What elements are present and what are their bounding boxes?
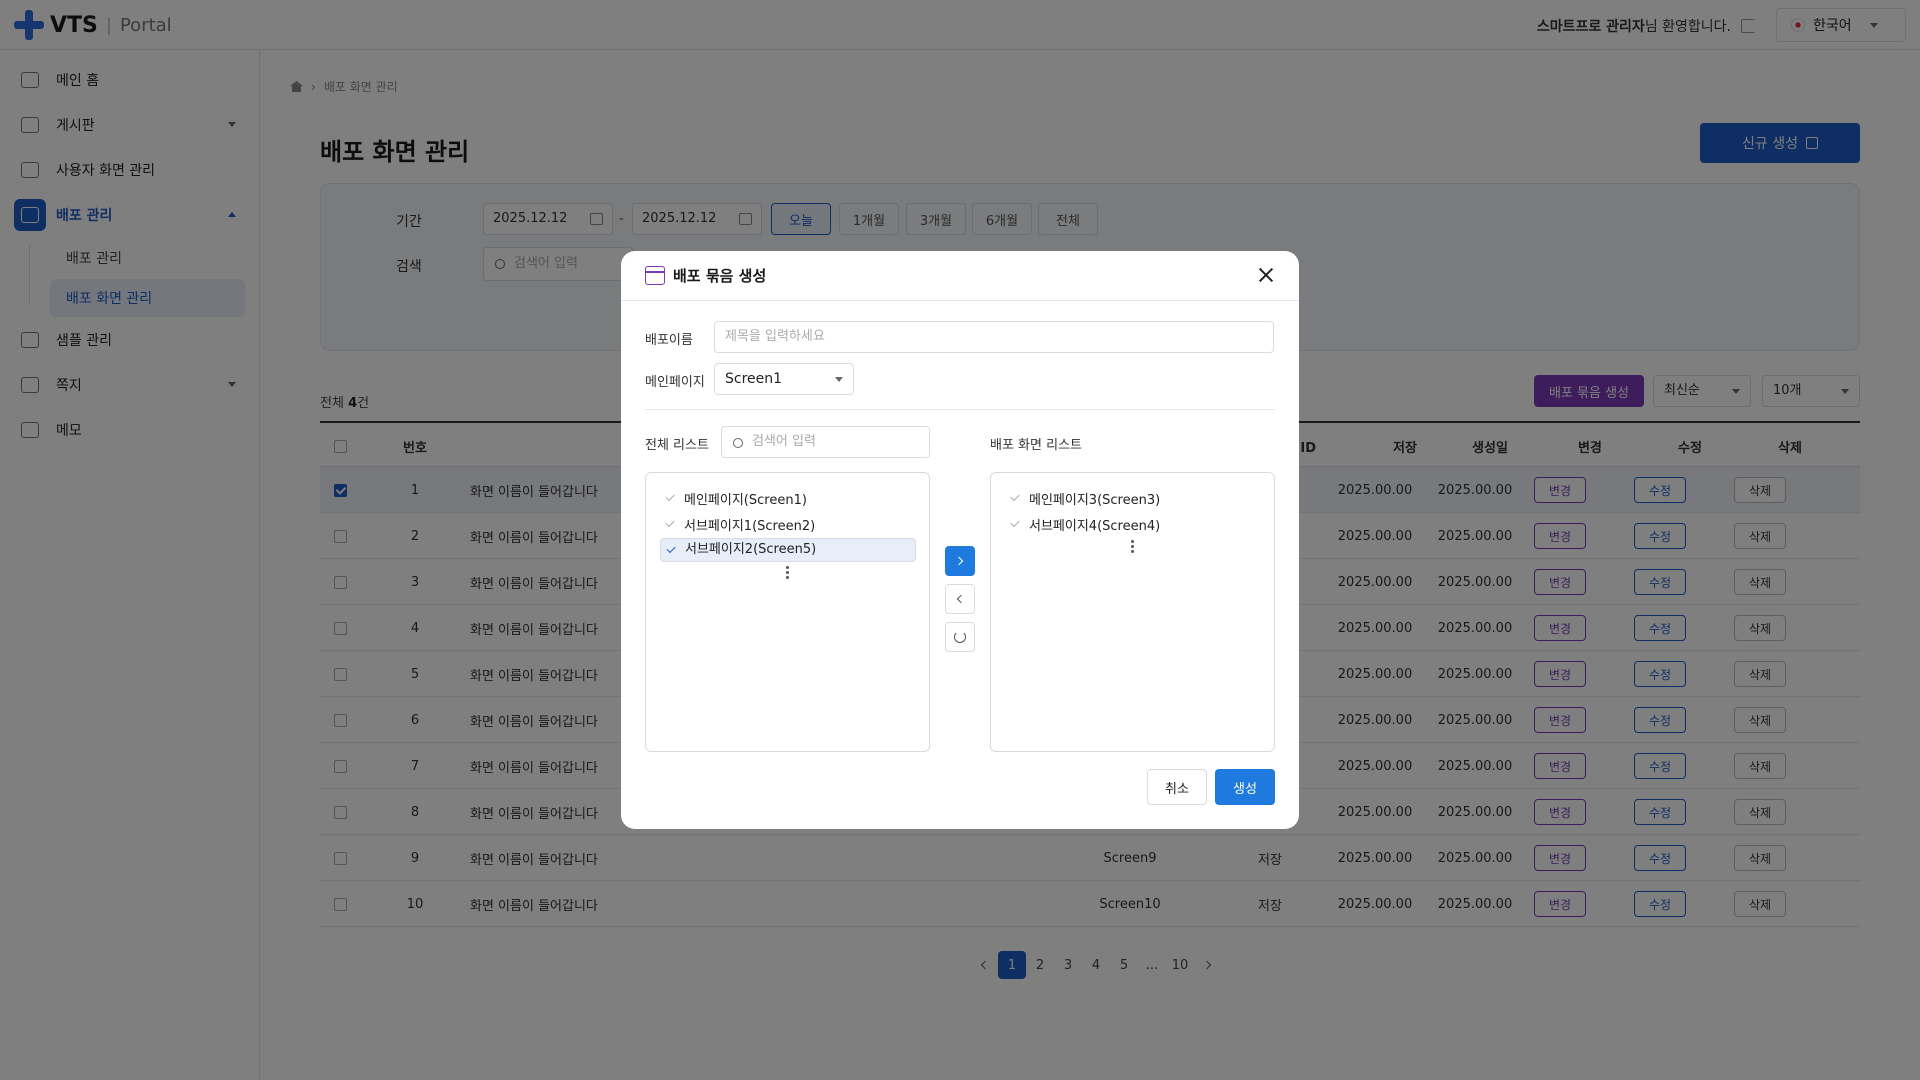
main-page-value: Screen1: [725, 371, 783, 387]
deploy-name-input[interactable]: 제목을 입력하세요: [714, 321, 1274, 353]
check-icon: [665, 491, 675, 502]
deploy-list-label: 배포 화면 리스트: [990, 438, 1082, 453]
list-item-label: 메인페이지(Screen1): [684, 492, 807, 508]
all-list-box: 메인페이지(Screen1) 서브페이지1(Screen2) 서브페이지2(Sc…: [645, 472, 930, 752]
list-item[interactable]: 서브페이지1(Screen2): [660, 512, 916, 536]
check-icon: [1010, 517, 1020, 528]
move-left-button[interactable]: [945, 584, 975, 614]
close-icon[interactable]: [1257, 266, 1275, 284]
search-icon: [733, 438, 743, 448]
check-icon: [665, 517, 675, 528]
chevron-down-icon: [835, 377, 843, 382]
list-item-label: 서브페이지1(Screen2): [684, 518, 816, 534]
list-item-selected[interactable]: 서브페이지2(Screen5): [660, 538, 916, 562]
check-icon: [666, 543, 676, 554]
list-item-label: 메인페이지3(Screen3): [1029, 492, 1161, 508]
modal-header: 배포 묶음 생성: [621, 251, 1299, 301]
more-vertical-icon: [1131, 540, 1134, 554]
list-item[interactable]: 메인페이지(Screen1): [660, 486, 916, 510]
window-icon: [645, 266, 665, 285]
reset-button[interactable]: [945, 622, 975, 652]
chevron-right-icon: [954, 556, 964, 566]
list-item[interactable]: 메인페이지3(Screen3): [1005, 486, 1261, 510]
cancel-button[interactable]: 취소: [1147, 769, 1207, 805]
divider: [645, 409, 1275, 410]
deploy-list-box: 메인페이지3(Screen3) 서브페이지4(Screen4): [990, 472, 1275, 752]
chevron-left-icon: [956, 594, 966, 604]
list-search-input[interactable]: 검색어 입력: [721, 426, 930, 458]
refresh-icon: [954, 631, 966, 643]
bundle-create-modal: 배포 묶음 생성 배포이름 제목을 입력하세요 메인페이지 Screen1 전체…: [621, 251, 1299, 829]
list-item[interactable]: 서브페이지4(Screen4): [1005, 512, 1261, 536]
create-button[interactable]: 생성: [1215, 769, 1275, 805]
check-icon: [1010, 491, 1020, 502]
deploy-name-label: 배포이름: [645, 333, 693, 348]
modal-title: 배포 묶음 생성: [673, 267, 767, 285]
list-search-placeholder: 검색어 입력: [752, 434, 816, 449]
more-vertical-icon: [786, 566, 789, 580]
move-right-button[interactable]: [945, 546, 975, 576]
list-item-label: 서브페이지4(Screen4): [1029, 518, 1161, 534]
main-page-select[interactable]: Screen1: [714, 363, 854, 395]
list-item-label: 서브페이지2(Screen5): [685, 542, 817, 557]
main-page-label: 메인페이지: [645, 375, 705, 390]
all-list-label: 전체 리스트: [645, 438, 709, 453]
